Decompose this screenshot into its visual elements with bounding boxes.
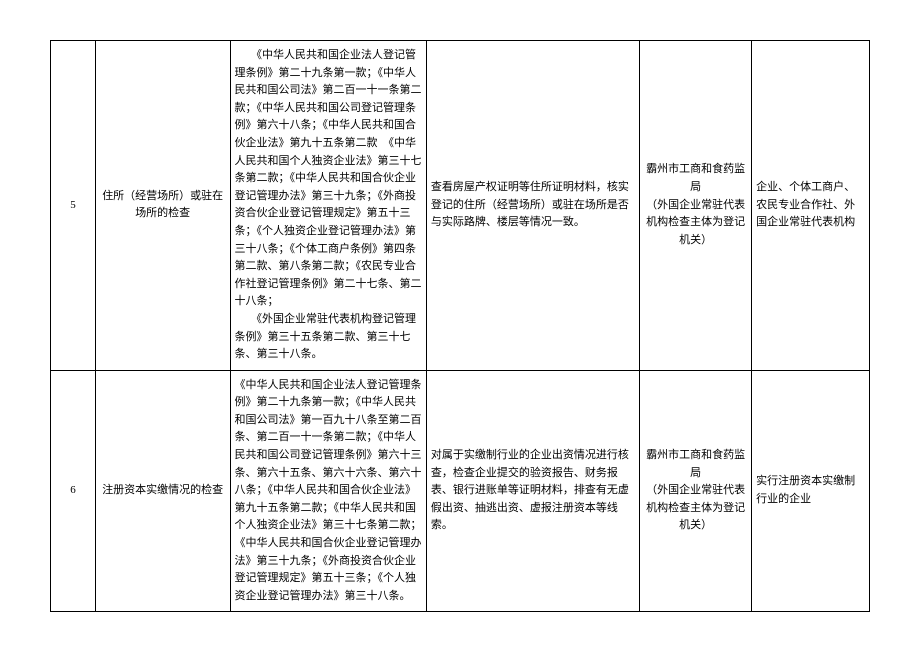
legal-basis: 《中华人民共和国企业法人登记管理条例》第二十九条第一款；《中华人民共和国公司法》… xyxy=(230,41,426,371)
table-row: 5 住所（经营场所）或驻在场所的检查 《中华人民共和国企业法人登记管理条例》第二… xyxy=(51,41,870,371)
inspection-table: 5 住所（经营场所）或驻在场所的检查 《中华人民共和国企业法人登记管理条例》第二… xyxy=(50,40,870,612)
inspection-item: 住所（经营场所）或驻在场所的检查 xyxy=(95,41,230,371)
inspection-content: 对属于实缴制行业的企业出资情况进行核查，检查企业提交的验资报告、财务报表、银行进… xyxy=(426,370,639,612)
inspection-object: 企业、个体工商户、农民专业合作社、外国企业常驻代表机构 xyxy=(752,41,870,371)
department: 霸州市工商和食药监局（外国企业常驻代表机构检查主体为登记机关） xyxy=(639,370,751,612)
table-row: 6 注册资本实缴情况的检查 《中华人民共和国企业法人登记管理条例》第二十九条第一… xyxy=(51,370,870,612)
department: 霸州市工商和食药监局（外国企业常驻代表机构检查主体为登记机关） xyxy=(639,41,751,371)
inspection-object: 实行注册资本实缴制行业的企业 xyxy=(752,370,870,612)
inspection-item: 注册资本实缴情况的检查 xyxy=(95,370,230,612)
legal-basis: 《中华人民共和国企业法人登记管理条例》第二十九条第一款；《中华人民共和国公司法》… xyxy=(230,370,426,612)
row-number: 5 xyxy=(51,41,96,371)
inspection-content: 查看房屋产权证明等住所证明材料，核实登记的住所（经营场所）或驻在场所是否与实际路… xyxy=(426,41,639,371)
row-number: 6 xyxy=(51,370,96,612)
